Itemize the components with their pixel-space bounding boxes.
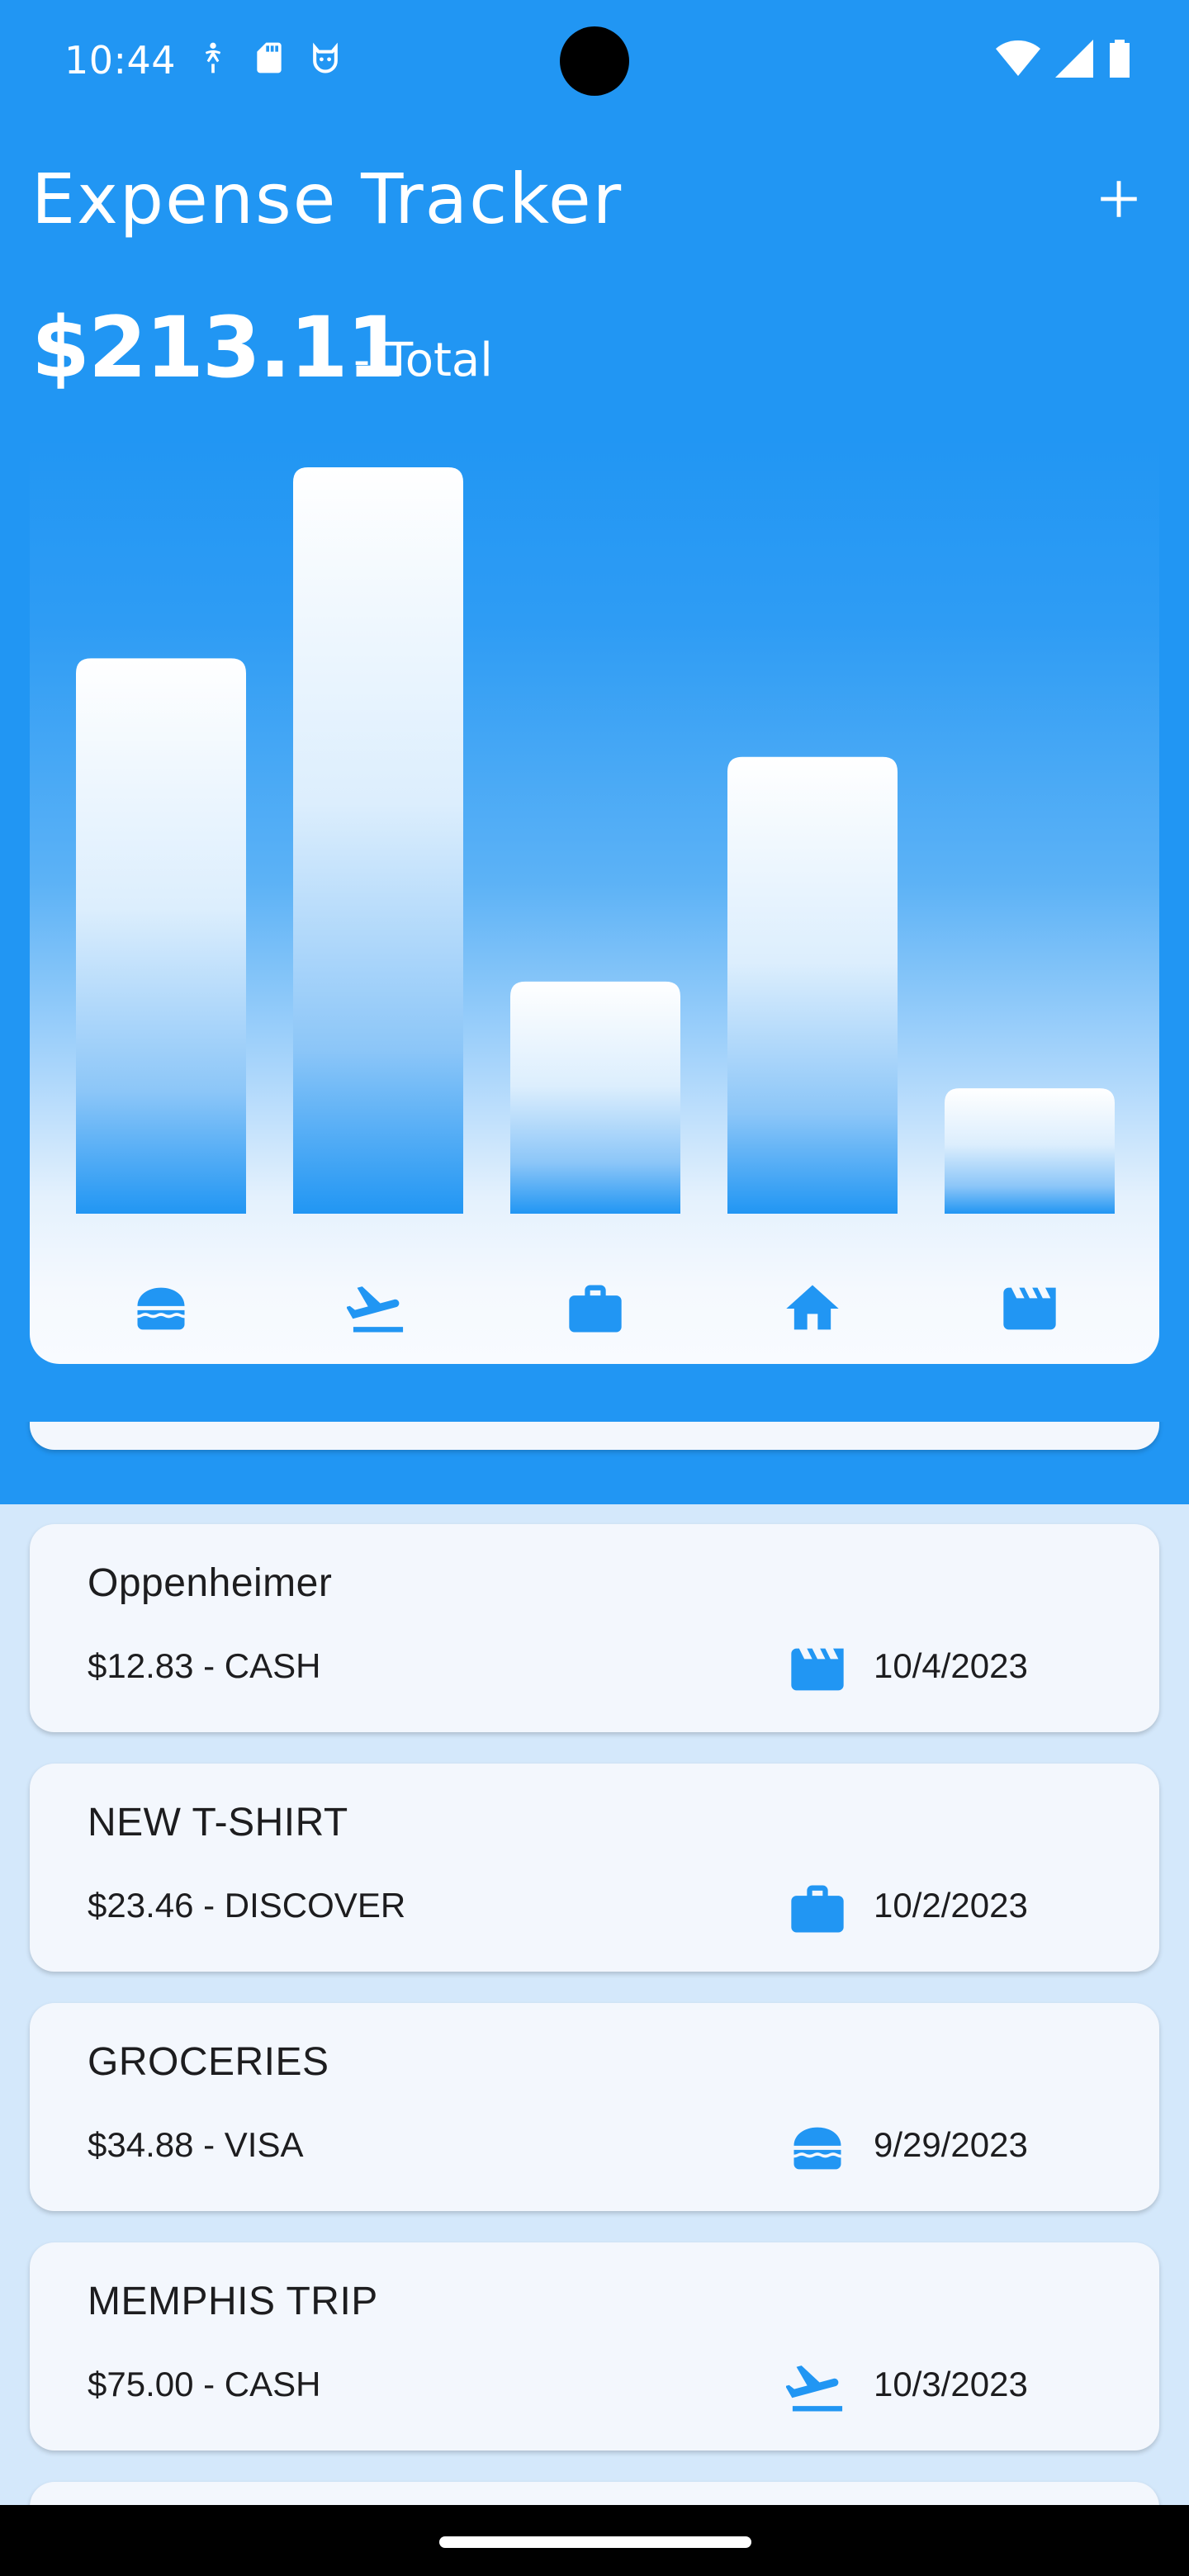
expense-title: GROCERIES: [88, 2040, 329, 2084]
home-icon: [781, 1277, 844, 1340]
navigation-bar: [0, 2505, 1189, 2576]
cell-signal-icon: [1055, 40, 1093, 78]
plus-icon: [1101, 181, 1137, 217]
work-icon: [786, 1878, 849, 1940]
category-tab-work[interactable]: [510, 1263, 680, 1354]
travel-icon: [786, 2356, 849, 2419]
total-label: - Total: [353, 334, 493, 387]
category-tab-home[interactable]: [727, 1263, 898, 1354]
expense-amount: $12.83 - CASH: [88, 1646, 321, 1685]
expense-card[interactable]: [30, 2482, 1159, 2505]
front-camera: [560, 26, 629, 96]
expense-card[interactable]: NEW T-SHIRT $23.46 - DISCOVER 10/2/2023: [30, 1764, 1159, 1972]
expense-card[interactable]: Oppenheimer $12.83 - CASH 10/4/2023: [30, 1524, 1159, 1732]
accessibility-icon: [205, 42, 221, 73]
expense-card[interactable]: MEMPHIS TRIP $75.00 - CASH 10/3/2023: [30, 2242, 1159, 2451]
status-bar: 10:44: [0, 0, 1189, 124]
entertainment-icon: [786, 1638, 849, 1701]
category-tab-food[interactable]: [76, 1263, 246, 1354]
food-icon: [130, 1277, 192, 1340]
app-title: Expense Tracker: [31, 159, 623, 239]
expense-date: 9/29/2023: [874, 2125, 1028, 2164]
expense-list[interactable]: $20.95 - AMEX 10/4/2023 Oppenheimer $12.…: [0, 1422, 1189, 2505]
status-time: 10:44: [64, 38, 177, 83]
expense-amount: $34.88 - VISA: [88, 2125, 304, 2164]
status-icons-left: [195, 40, 343, 76]
work-icon: [564, 1277, 627, 1340]
expense-date: 10/4/2023: [874, 1646, 1028, 1685]
chart-bar-home: [727, 756, 898, 1214]
food-icon: [786, 2117, 849, 2180]
category-tab-travel[interactable]: [293, 1263, 463, 1354]
expense-title: NEW T-SHIRT: [88, 1801, 348, 1844]
add-expense-button[interactable]: [1088, 168, 1149, 230]
expense-card[interactable]: $20.95 - AMEX 10/4/2023: [30, 1422, 1159, 1450]
entertainment-icon: [998, 1277, 1061, 1340]
total-amount: $213.11: [31, 299, 405, 397]
expense-amount: $75.00 - CASH: [88, 2365, 321, 2403]
expense-amount: $23.46 - DISCOVER: [88, 1886, 406, 1925]
expense-card[interactable]: GROCERIES $34.88 - VISA 9/29/2023: [30, 2003, 1159, 2211]
chart-bar-work: [510, 981, 680, 1214]
expense-date: 10/2/2023: [874, 1886, 1028, 1925]
home-gesture-handle[interactable]: [439, 2536, 751, 2548]
expense-title: MEMPHIS TRIP: [88, 2280, 378, 2323]
expense-title: Oppenheimer: [88, 1561, 333, 1605]
cat-face-icon: [313, 42, 338, 73]
travel-icon: [347, 1277, 410, 1340]
sd-card-icon: [257, 42, 282, 73]
category-icons-row: [30, 1263, 1159, 1354]
expense-date: 10/3/2023: [874, 2365, 1028, 2403]
chart-bar-food: [76, 658, 246, 1214]
category-bar-chart: [76, 467, 1115, 1214]
battery-icon: [1110, 40, 1130, 78]
wifi-icon: [996, 40, 1040, 76]
status-icons-right: [996, 40, 1131, 78]
chart-bar-travel: [293, 467, 463, 1214]
category-tab-entertainment[interactable]: [945, 1263, 1115, 1354]
category-chart: [30, 438, 1159, 1364]
chart-bar-entertainment: [945, 1088, 1115, 1214]
